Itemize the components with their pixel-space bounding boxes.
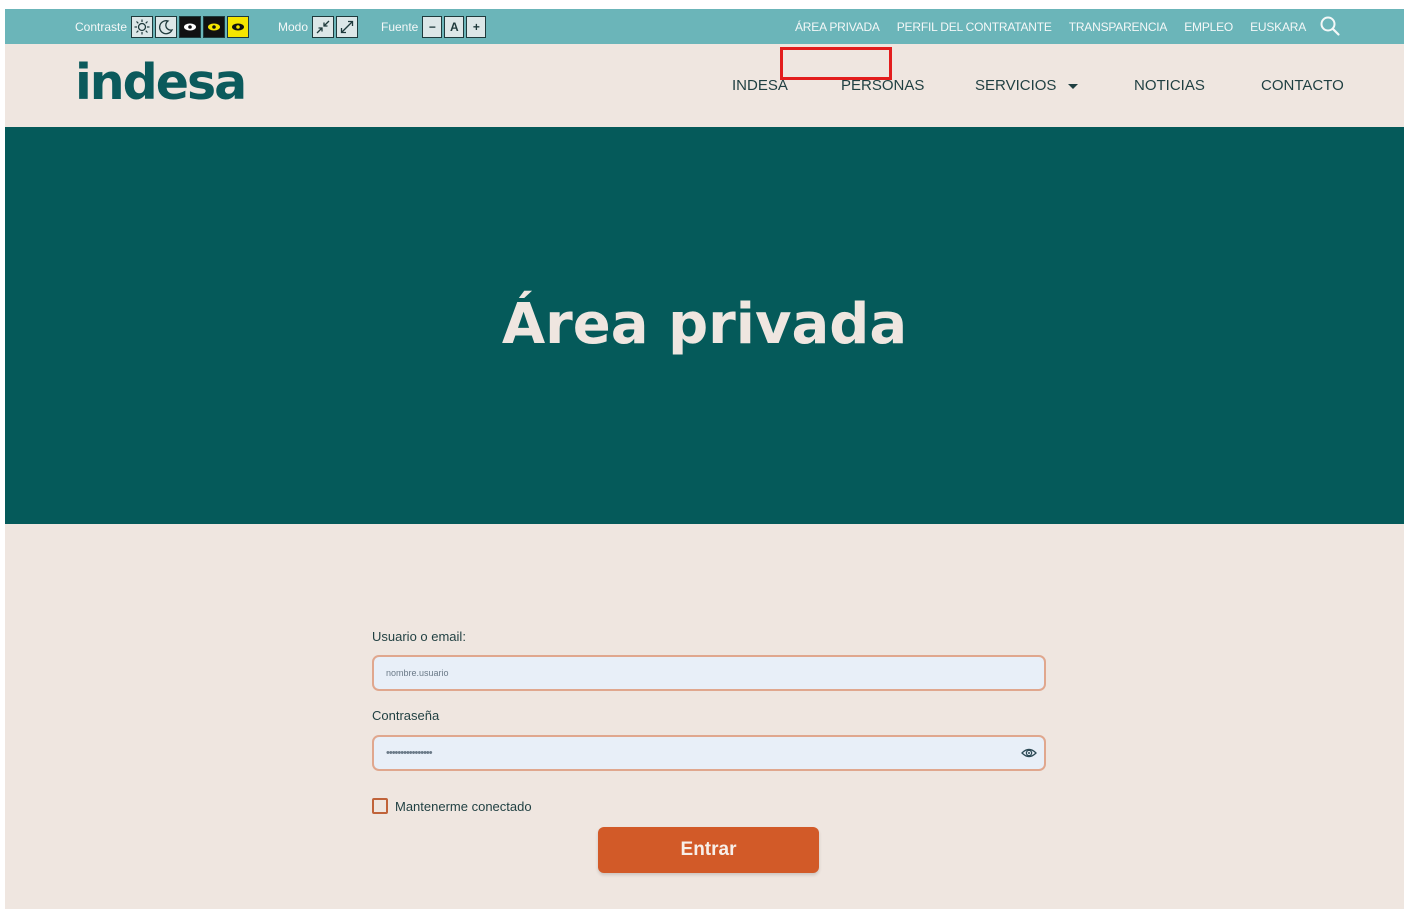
- eye-icon: [232, 23, 245, 30]
- nav-item-contacto[interactable]: CONTACTO: [1261, 77, 1344, 94]
- password-label: Contraseña: [372, 708, 440, 723]
- search-icon[interactable]: [1319, 15, 1341, 37]
- remember-me: Mantenerme conectado: [372, 798, 1046, 814]
- util-link-euskara[interactable]: EUSKARA: [1250, 20, 1306, 34]
- contrast-black-white-button[interactable]: [179, 15, 202, 38]
- site-logo[interactable]: indesa: [75, 54, 247, 111]
- remember-checkbox[interactable]: [372, 798, 388, 814]
- font-size-group: Fuente − A +: [381, 9, 488, 44]
- contrast-dark-button[interactable]: [155, 15, 178, 38]
- util-link-empleo[interactable]: EMPLEO: [1184, 20, 1233, 34]
- nav-item-noticias[interactable]: NOTICIAS: [1134, 77, 1205, 94]
- util-link-transparencia[interactable]: TRANSPARENCIA: [1069, 20, 1168, 34]
- shrink-arrows-icon: [316, 20, 330, 33]
- mode-shrink-button[interactable]: [312, 15, 335, 38]
- font-decrease-button[interactable]: −: [422, 15, 443, 38]
- password-input[interactable]: [372, 735, 1046, 771]
- mode-label: Modo: [278, 19, 309, 34]
- moon-icon: [159, 19, 174, 34]
- contrast-yellow-black-button[interactable]: [227, 15, 250, 38]
- contrast-label: Contraste: [75, 19, 128, 34]
- login-form: Usuario o email: Contraseña Mantenerme c…: [372, 629, 1046, 873]
- sun-icon: [134, 19, 150, 34]
- eye-icon: [184, 23, 197, 30]
- page: Contraste Modo Fuente − A + ÁREA PRIVADA…: [5, 9, 1404, 909]
- mode-expand-button[interactable]: [336, 15, 359, 38]
- mode-group: Modo: [278, 9, 360, 44]
- nav-item-indesa[interactable]: INDESA: [732, 77, 788, 94]
- highlight-annotation-box: [780, 47, 892, 80]
- expand-arrows-icon: [340, 20, 354, 33]
- font-label: Fuente: [381, 19, 419, 34]
- eye-icon: [208, 23, 221, 30]
- contrast-group: Contraste: [75, 9, 251, 44]
- login-submit-button[interactable]: Entrar: [598, 827, 819, 873]
- page-title: Área privada: [501, 292, 908, 357]
- font-increase-button[interactable]: +: [466, 15, 487, 38]
- remember-label: Mantenerme conectado: [395, 798, 532, 814]
- font-reset-button[interactable]: A: [444, 15, 465, 38]
- show-password-icon[interactable]: [1021, 745, 1037, 761]
- username-input[interactable]: [372, 655, 1046, 691]
- site-header: indesa INDESA PERSONAS SERVICIOS NOTICIA…: [5, 44, 1404, 127]
- util-link-area-privada[interactable]: ÁREA PRIVADA: [795, 20, 880, 34]
- password-field: [372, 735, 1046, 771]
- contrast-light-button[interactable]: [131, 15, 154, 38]
- utility-nav: ÁREA PRIVADA PERFIL DEL CONTRATANTE TRAN…: [795, 9, 1323, 44]
- username-label: Usuario o email:: [372, 629, 466, 644]
- contrast-black-yellow-button[interactable]: [203, 15, 226, 38]
- util-link-perfil-contratante[interactable]: PERFIL DEL CONTRATANTE: [897, 20, 1052, 34]
- nav-item-servicios[interactable]: SERVICIOS: [975, 77, 1078, 94]
- accessibility-toolbar: Contraste Modo Fuente − A + ÁREA PRIVADA…: [5, 9, 1404, 44]
- hero-banner: Área privada: [5, 127, 1404, 524]
- nav-item-personas[interactable]: PERSONAS: [841, 77, 924, 94]
